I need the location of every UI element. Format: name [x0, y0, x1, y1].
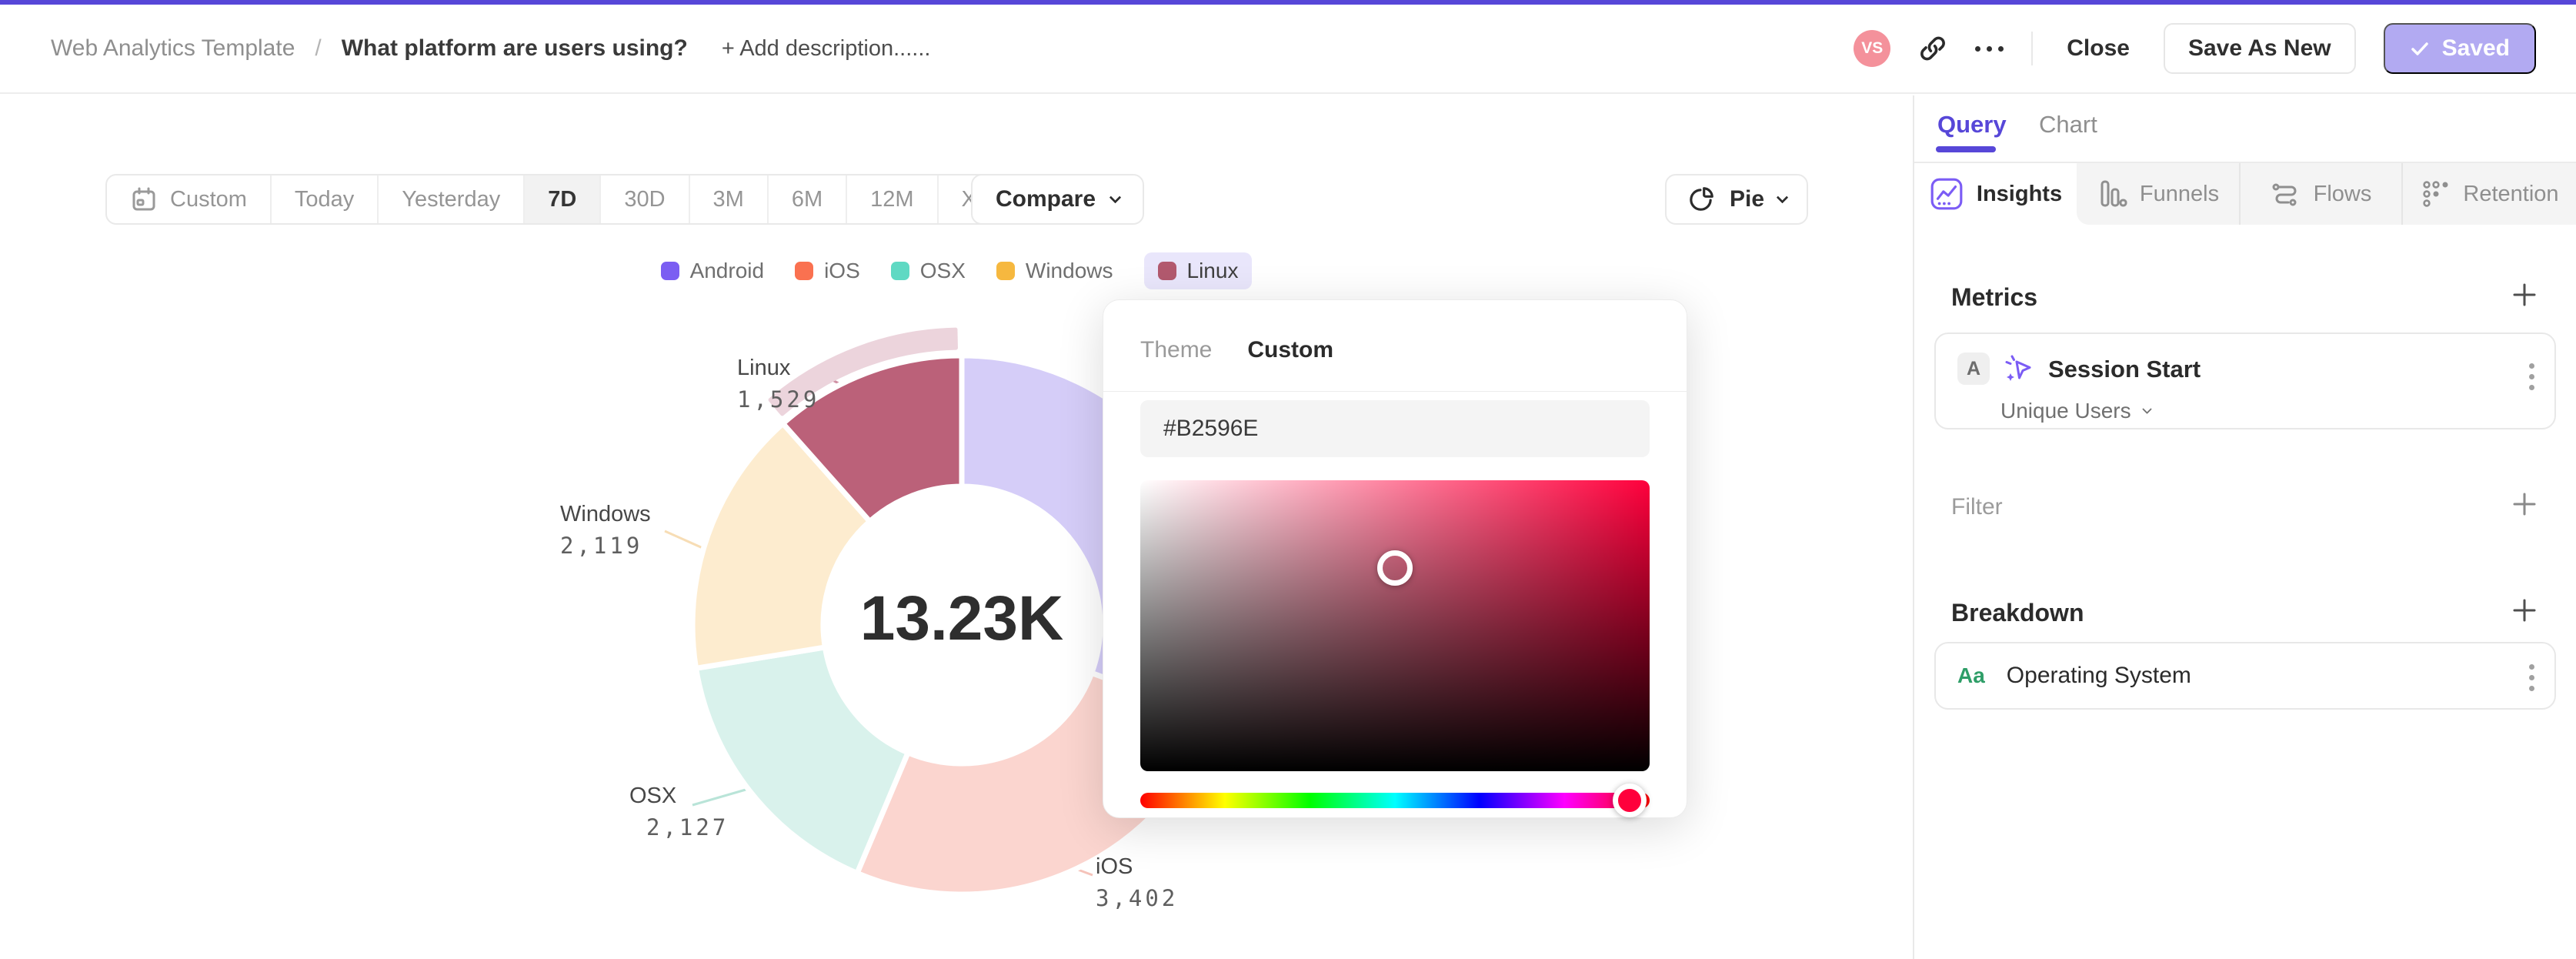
pie-chart-icon: [1690, 187, 1713, 211]
query-sidebar: Query Chart Insights Funnels Flows Reten…: [1913, 95, 2576, 959]
chart-center-total: 13.23K: [859, 583, 1064, 653]
legend-swatch: [996, 262, 1015, 280]
callout-osx: OSX 2,127: [629, 784, 729, 841]
tab-chart[interactable]: Chart: [2039, 111, 2097, 139]
header-divider: [2031, 32, 2034, 65]
metrics-heading: Metrics: [1951, 283, 2038, 311]
legend-swatch: [890, 262, 909, 280]
breakdown-name: Operating System: [2006, 663, 2191, 688]
more-menu-button[interactable]: [1975, 45, 2004, 52]
breakdown-card[interactable]: Aa Operating System: [1934, 642, 2556, 710]
picker-tab-theme[interactable]: Theme: [1140, 337, 1212, 363]
range-6m[interactable]: 6M: [769, 175, 848, 223]
link-icon: [1920, 36, 1946, 61]
mode-tab-flows[interactable]: Flows: [2239, 163, 2401, 225]
breakdown-options-button[interactable]: [2529, 664, 2534, 691]
share-link-button[interactable]: [1918, 34, 1947, 63]
legend-swatch: [1157, 262, 1176, 280]
hue-slider-handle[interactable]: [1613, 784, 1647, 817]
avatar[interactable]: VS: [1854, 30, 1891, 67]
saturation-cursor[interactable]: [1377, 550, 1413, 586]
series-badge: A: [1957, 353, 1990, 385]
chevron-down-icon: [1776, 191, 1789, 203]
metric-card[interactable]: A Session Start Unique Users: [1934, 332, 2556, 429]
retention-icon: [2423, 181, 2448, 207]
color-picker-popover: Theme Custom: [1103, 299, 1687, 818]
callout-ios: iOS 3,402: [1096, 854, 1179, 912]
ellipsis-icon: [1975, 45, 1981, 52]
event-sparkle-cursor-icon: [2005, 355, 2031, 381]
date-range-toolbar: Custom Today Yesterday 7D 30D 3M 6M 12M …: [105, 174, 1052, 225]
add-metric-button[interactable]: [2511, 282, 2538, 308]
tab-query[interactable]: Query: [1937, 111, 2007, 139]
kebab-icon: [2529, 664, 2534, 670]
range-today[interactable]: Today: [272, 175, 379, 223]
saved-button[interactable]: Saved: [2383, 23, 2536, 74]
range-30d[interactable]: 30D: [601, 175, 690, 223]
aggregation-dropdown[interactable]: Unique Users: [2000, 399, 2152, 423]
breadcrumb-separator: /: [315, 35, 322, 61]
active-tab-underline: [1936, 146, 1996, 152]
hex-color-input[interactable]: [1140, 400, 1650, 457]
range-7d-active[interactable]: 7D: [525, 175, 602, 223]
chart-type-selector[interactable]: Pie: [1664, 174, 1808, 225]
legend-item-linux-selected[interactable]: Linux: [1143, 252, 1253, 289]
breakdown-heading: Breakdown: [1951, 599, 2084, 627]
chart-legend: Android iOS OSX Windows Linux: [0, 252, 1913, 289]
header: Web Analytics Template / What platform a…: [0, 5, 2576, 94]
chevron-down-icon: [1109, 191, 1122, 203]
legend-item-windows[interactable]: Windows: [996, 252, 1113, 289]
picker-tab-custom[interactable]: Custom: [1247, 337, 1333, 363]
page-title[interactable]: What platform are users using?: [342, 35, 688, 62]
funnels-icon: [2101, 180, 2127, 207]
legend-item-osx[interactable]: OSX: [890, 252, 966, 289]
breadcrumb-project[interactable]: Web Analytics Template: [51, 35, 295, 62]
saturation-area[interactable]: [1140, 480, 1650, 771]
legend-item-ios[interactable]: iOS: [795, 252, 860, 289]
flows-icon: [2272, 183, 2297, 206]
range-12m[interactable]: 12M: [847, 175, 939, 223]
compare-button[interactable]: Compare: [971, 174, 1145, 225]
kebab-icon: [2529, 363, 2534, 369]
mode-tab-funnels[interactable]: Funnels: [2077, 163, 2239, 225]
string-property-badge: Aa: [1957, 663, 1985, 687]
chart-panel: Custom Today Yesterday 7D 30D 3M 6M 12M …: [0, 95, 1913, 959]
range-yesterday[interactable]: Yesterday: [379, 175, 526, 223]
legend-item-android[interactable]: Android: [660, 252, 764, 289]
calendar-icon: [132, 187, 155, 211]
picker-divider: [1103, 391, 1687, 392]
close-button[interactable]: Close: [2060, 35, 2136, 62]
metric-options-button[interactable]: [2529, 363, 2534, 390]
filter-heading: Filter: [1951, 494, 2003, 520]
callout-windows: Windows 2,119: [560, 502, 651, 560]
save-as-new-button[interactable]: Save As New: [2163, 23, 2356, 74]
callout-linux: Linux 1,529: [737, 356, 820, 413]
hue-slider[interactable]: [1140, 784, 1650, 817]
add-description-button[interactable]: + Add description......: [722, 36, 931, 62]
insight-mode-tabs: Insights Funnels Flows Retention: [1914, 163, 2576, 225]
mode-tab-retention[interactable]: Retention: [2401, 163, 2576, 225]
legend-swatch: [795, 262, 814, 280]
add-breakdown-button[interactable]: [2511, 597, 2538, 623]
legend-swatch: [660, 262, 679, 280]
add-filter-button[interactable]: [2511, 491, 2538, 517]
check-icon: [2411, 42, 2428, 55]
insights-icon: [1930, 178, 1963, 210]
mode-tab-insights[interactable]: Insights: [1914, 163, 2077, 225]
range-3m[interactable]: 3M: [690, 175, 769, 223]
metric-name: Session Start: [2048, 356, 2201, 383]
range-custom[interactable]: Custom: [107, 175, 272, 223]
chevron-down-icon: [2141, 403, 2152, 414]
